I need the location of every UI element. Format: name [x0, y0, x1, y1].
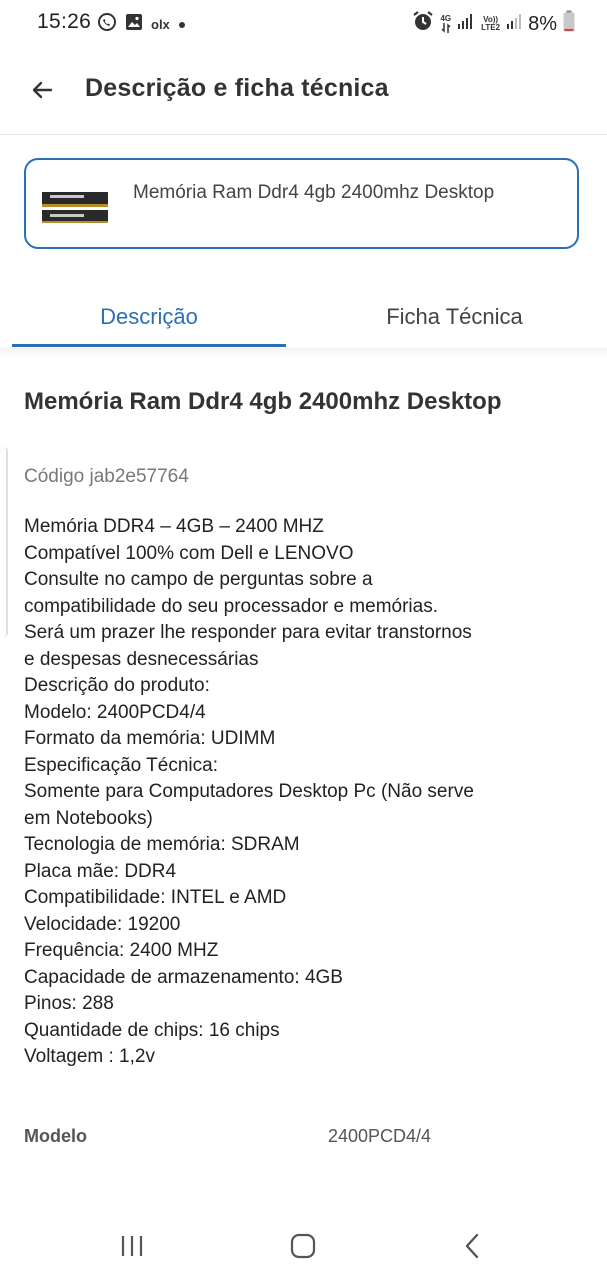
- home-icon: [290, 1233, 316, 1259]
- product-card[interactable]: Memória Ram Ddr4 4gb 2400mhz Desktop: [24, 158, 579, 249]
- recent-apps-icon: [121, 1236, 143, 1256]
- system-nav-bar: [0, 1210, 607, 1280]
- spec-row-modelo: Modelo 2400PCD4/4: [24, 1126, 584, 1154]
- data-4g-icon: 4G: [440, 15, 451, 33]
- description-line: Capacidade de armazenamento: 4GB: [24, 966, 343, 988]
- signal-icon: [506, 12, 522, 36]
- description-line: Velocidade: 19200: [24, 913, 181, 935]
- tab-indicator: [12, 344, 286, 347]
- alarm-icon: [412, 10, 434, 38]
- home-button[interactable]: [281, 1228, 325, 1264]
- description-line: compatibilidade do seu processador e mem…: [24, 595, 438, 617]
- product-card-title: Memória Ram Ddr4 4gb 2400mhz Desktop: [133, 182, 495, 203]
- tab-bar-shadow: [0, 348, 607, 358]
- dot-icon: [178, 16, 186, 34]
- battery-icon: [563, 10, 575, 38]
- description-line: em Notebooks): [24, 807, 153, 829]
- olx-icon: olx: [151, 17, 170, 32]
- arrow-left-icon: [32, 81, 53, 99]
- description-line: Memória DDR4 – 4GB – 2400 MHZ: [24, 516, 324, 537]
- system-icons: 4G Vo)) LTE2 8%: [412, 10, 575, 38]
- back-button[interactable]: [24, 72, 60, 108]
- description-line: Placa mãe: DDR4: [24, 860, 177, 882]
- screen: 15:26 olx 4G Vo)) LTE2 8% Descrição e fi…: [0, 0, 607, 1280]
- product-description: Memória DDR4 – 4GB – 2400 MHZ Compatível…: [24, 514, 594, 1071]
- description-line: Especificação Técnica:: [24, 754, 218, 776]
- description-line: Modelo: 2400PCD4/4: [24, 701, 206, 723]
- spec-key: Modelo: [24, 1126, 87, 1146]
- product-title: Memória Ram Ddr4 4gb 2400mhz Desktop: [24, 388, 502, 415]
- tab-ficha-tecnica[interactable]: Ficha Técnica: [302, 286, 607, 348]
- ram-module-image: [40, 188, 110, 224]
- gallery-icon: [125, 13, 143, 36]
- product-code: Código jab2e57764: [24, 466, 189, 487]
- description-line: Descrição do produto:: [24, 675, 210, 696]
- description-line: Somente para Computadores Desktop Pc (Nã…: [24, 781, 474, 802]
- volte-icon: Vo)) LTE2: [481, 15, 501, 32]
- description-line: Será um prazer lhe responder para evitar…: [24, 622, 472, 643]
- whatsapp-icon: [97, 12, 117, 37]
- description-line: e despesas desnecessárias: [24, 648, 259, 670]
- app-bar: Descrição e ficha técnica: [0, 48, 607, 135]
- battery-percent: 8%: [528, 12, 557, 35]
- description-line: Tecnologia de memória: SDRAM: [24, 834, 300, 855]
- status-bar: 15:26 olx 4G Vo)) LTE2 8%: [0, 0, 607, 48]
- back-icon: [465, 1233, 479, 1259]
- nav-back-button[interactable]: [450, 1228, 494, 1264]
- description-line: Compatibilidade: INTEL e AMD: [24, 887, 287, 908]
- status-time: 15:26: [37, 10, 92, 33]
- scroll-edge: [0, 447, 8, 637]
- description-line: Pinos: 288: [24, 993, 114, 1014]
- recent-apps-button[interactable]: [110, 1228, 154, 1264]
- tab-descricao[interactable]: Descrição: [12, 286, 286, 348]
- notification-icons: olx: [97, 12, 186, 37]
- description-line: Voltagem : 1,2v: [24, 1046, 155, 1067]
- page-title: Descrição e ficha técnica: [85, 74, 389, 102]
- description-line: Consulte no campo de perguntas sobre a: [24, 569, 373, 590]
- signal-icon: [457, 12, 475, 36]
- tab-bar: Descrição Ficha Técnica: [12, 286, 607, 348]
- description-line: Quantidade de chips: 16 chips: [24, 1019, 280, 1041]
- description-line: Formato da memória: UDIMM: [24, 728, 276, 749]
- description-line: Compatível 100% com Dell e LENOVO: [24, 542, 354, 564]
- spec-value: 2400PCD4/4: [328, 1126, 432, 1146]
- description-line: Frequência: 2400 MHZ: [24, 940, 219, 961]
